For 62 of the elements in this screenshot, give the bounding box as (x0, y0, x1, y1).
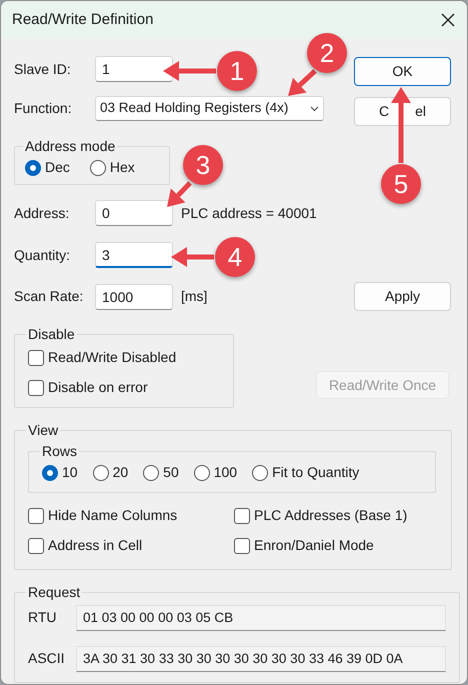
input-field[interactable]: 1 (95, 56, 173, 82)
group-title: Request (27, 583, 82, 602)
field-label: RTU (28, 608, 58, 627)
input-field[interactable]: 0 (95, 200, 173, 226)
step-badge: 2 (307, 33, 347, 73)
readonly-field: 01 03 00 00 00 03 05 CB (76, 605, 446, 631)
input-field[interactable]: 1000 (95, 284, 173, 310)
checkbox-label[interactable]: Hide Name Columns (48, 505, 178, 526)
step-badge: 1 (217, 51, 257, 91)
checkbox[interactable] (28, 380, 44, 396)
radio-label[interactable]: Hex (110, 157, 135, 178)
radio-label[interactable]: 100 (214, 462, 238, 483)
checkbox[interactable] (28, 350, 44, 366)
input-field[interactable]: 3 (95, 242, 173, 268)
field-label: ASCII (28, 649, 66, 668)
checkbox[interactable] (234, 538, 250, 554)
close-icon[interactable] (441, 13, 455, 27)
radio-label[interactable]: 50 (163, 462, 179, 483)
field-label: Quantity: (14, 246, 72, 265)
unit-label: [ms] (181, 287, 208, 306)
annotation-arrow (288, 69, 317, 96)
annotation-arrow (163, 61, 216, 81)
annotation-arrow (167, 181, 192, 207)
checkbox-label[interactable]: Disable on error (48, 377, 148, 398)
readonly-field: 3A 30 31 30 33 30 30 30 30 30 30 30 33 46 39 0D 0A (76, 646, 446, 672)
radio-label[interactable]: Fit to Quantity (272, 462, 360, 483)
field-label: Scan Rate: (14, 287, 84, 306)
radio-label[interactable]: 20 (112, 462, 128, 483)
apply-button[interactable]: Apply (354, 282, 451, 311)
radio-button[interactable] (25, 160, 41, 176)
checkbox-label[interactable]: Address in Cell (48, 535, 142, 556)
checkbox[interactable] (28, 538, 44, 554)
field-label: Slave ID: (14, 60, 72, 78)
chevron-down-icon[interactable] (310, 106, 319, 112)
step-badge: 5 (381, 164, 421, 204)
checkbox[interactable] (28, 508, 44, 524)
field-label: Address: (14, 204, 70, 222)
window-title: Read/Write Definition (12, 10, 154, 30)
group-title: Address mode (24, 137, 116, 156)
ok-button[interactable]: OK (354, 57, 451, 86)
checkbox[interactable] (234, 508, 250, 524)
group-title: View (27, 421, 60, 440)
step-badge: 3 (183, 145, 223, 185)
address-note: PLC address = 40001 (181, 204, 317, 222)
annotation-arrow (171, 247, 214, 267)
radio-button[interactable] (194, 464, 210, 480)
group-title: Rows (41, 442, 78, 461)
radio-button[interactable] (252, 464, 268, 480)
radio-label[interactable]: Dec (45, 157, 70, 178)
checkbox-label[interactable]: PLC Addresses (Base 1) (254, 505, 408, 526)
radio-button[interactable] (143, 464, 160, 480)
checkbox-label[interactable]: Enron/Daniel Mode (254, 535, 374, 556)
step-badge: 4 (215, 237, 255, 277)
radio-label[interactable]: 10 (62, 462, 78, 483)
radio-button[interactable] (90, 160, 106, 176)
radio-button[interactable] (92, 464, 109, 480)
field-label: Function: (14, 99, 73, 118)
checkbox-label[interactable]: Read/Write Disabled (48, 347, 176, 368)
cancel-button[interactable]: C el (354, 97, 451, 126)
group-title: Disable (27, 325, 76, 344)
dropdown[interactable]: 03 Read Holding Registers (4x) (95, 96, 324, 121)
radio-button[interactable] (42, 464, 58, 480)
